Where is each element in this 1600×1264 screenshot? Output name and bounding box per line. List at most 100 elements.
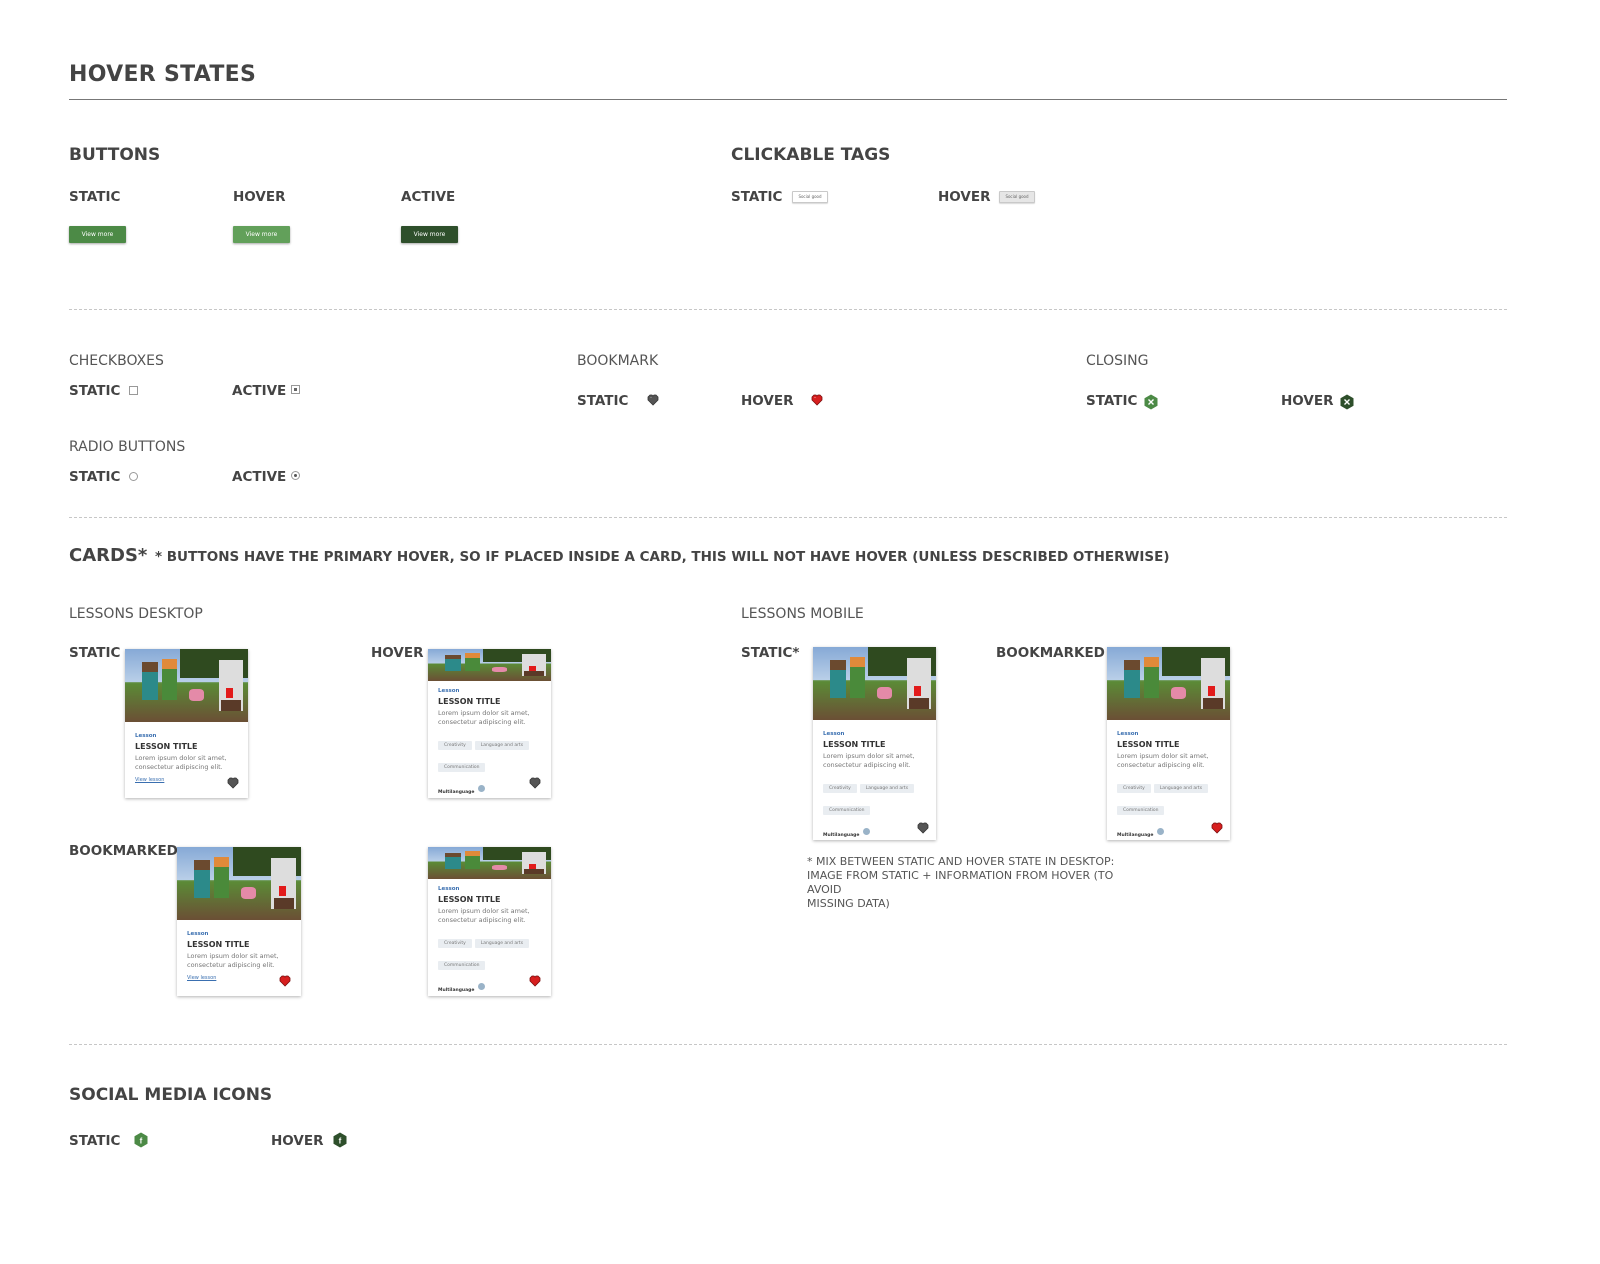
tags-hover-label: HOVER	[938, 189, 991, 205]
lesson-title: LESSON TITLE	[823, 740, 886, 749]
category-chip[interactable]: Language and arts	[1153, 784, 1209, 793]
facebook-hex-icon-hover[interactable]: f	[332, 1132, 348, 1148]
category-chip[interactable]: Creativity	[1117, 784, 1151, 793]
cards-heading: CARDS*	[69, 545, 148, 566]
lesson-desc: Lorem ipsum dolor sit amet,	[438, 907, 530, 915]
checkbox-active-label: ACTIVE	[232, 383, 287, 399]
category-chip[interactable]: Language and arts	[474, 741, 530, 750]
view-more-button-static[interactable]: View more	[69, 226, 126, 243]
lesson-image	[1107, 647, 1230, 720]
multilanguage-label: Multilanguage	[438, 790, 475, 795]
close-hex-icon-static[interactable]	[1143, 394, 1159, 410]
desktop-static-label: STATIC	[69, 645, 121, 661]
globe-icon	[863, 828, 871, 835]
mobile-note: * MIX BETWEEN STATIC AND HOVER STATE IN …	[807, 855, 1137, 911]
heart-filled-icon[interactable]	[1211, 822, 1223, 834]
category-chip[interactable]: Creativity	[438, 939, 472, 948]
lesson-type: Lesson	[135, 733, 157, 739]
checkbox-active[interactable]	[291, 385, 300, 394]
category-chip[interactable]: Creativity	[823, 784, 857, 793]
lesson-title: LESSON TITLE	[438, 895, 501, 904]
lesson-image	[428, 847, 551, 879]
globe-icon	[478, 983, 486, 990]
tags-static-label: STATIC	[731, 189, 783, 205]
social-static-label: STATIC	[69, 1133, 121, 1149]
checkbox-static-label: STATIC	[69, 383, 121, 399]
social-good-tag-hover[interactable]: Social good	[999, 191, 1035, 203]
heart-outline-icon[interactable]	[227, 777, 239, 789]
globe-icon	[478, 785, 486, 792]
lesson-desc: Lorem ipsum dolor sit amet,	[1117, 752, 1209, 760]
lesson-card-mobile-static[interactable]: Lesson LESSON TITLE Lorem ipsum dolor si…	[813, 647, 936, 840]
heart-outline-icon[interactable]	[529, 777, 541, 789]
view-lesson-link[interactable]: View lesson	[135, 777, 238, 783]
checkbox-static[interactable]	[129, 386, 138, 395]
multilanguage-label: Multilanguage	[1117, 833, 1154, 838]
lesson-title: LESSON TITLE	[438, 697, 501, 706]
multilanguage-label: Multilanguage	[438, 988, 475, 993]
lesson-title: LESSON TITLE	[187, 940, 250, 949]
desktop-hover-label: HOVER	[371, 645, 424, 661]
mobile-note-line: MISSING DATA)	[807, 897, 890, 910]
lesson-type: Lesson	[1117, 731, 1139, 737]
lesson-desc: consectetur adipiscing elit.	[135, 763, 223, 771]
facebook-hex-icon-static[interactable]: f	[133, 1132, 149, 1148]
lesson-desc: Lorem ipsum dolor sit amet,	[438, 709, 530, 717]
lesson-image	[125, 649, 248, 722]
heart-filled-icon[interactable]	[279, 975, 291, 987]
lesson-card-desktop-static[interactable]: Lesson LESSON TITLE Lorem ipsum dolor si…	[125, 649, 248, 798]
bookmark-heading: BOOKMARK	[577, 353, 659, 369]
lesson-title: LESSON TITLE	[1117, 740, 1180, 749]
lesson-card-desktop-hover[interactable]: Lesson LESSON TITLE Lorem ipsum dolor si…	[428, 649, 551, 798]
lesson-image	[428, 649, 551, 681]
category-chip[interactable]: Communication	[823, 806, 871, 815]
closing-static-label: STATIC	[1086, 393, 1138, 409]
category-chip[interactable]: Language and arts	[859, 784, 915, 793]
lesson-card-desktop-bookmarked[interactable]: Lesson LESSON TITLE Lorem ipsum dolor si…	[177, 847, 301, 996]
view-more-button-active[interactable]: View more	[401, 226, 458, 243]
close-hex-icon-hover[interactable]	[1339, 394, 1355, 410]
category-chip[interactable]: Communication	[1117, 806, 1165, 815]
section-divider	[69, 517, 1507, 518]
radio-active[interactable]	[291, 471, 300, 480]
multilanguage-label: Multilanguage	[823, 833, 860, 838]
lessons-desktop-heading: LESSONS DESKTOP	[69, 606, 203, 622]
buttons-active-label: ACTIVE	[401, 189, 456, 205]
bookmark-hover-label: HOVER	[741, 393, 794, 409]
lesson-desc: consectetur adipiscing elit.	[438, 916, 526, 924]
lesson-title: LESSON TITLE	[135, 742, 198, 751]
lesson-desc: Lorem ipsum dolor sit amet,	[135, 754, 227, 762]
social-good-tag-static[interactable]: Social good	[792, 191, 828, 203]
category-chip[interactable]: Communication	[438, 961, 486, 970]
view-more-button-hover[interactable]: View more	[233, 226, 290, 243]
closing-hover-label: HOVER	[1281, 393, 1334, 409]
mobile-note-line: IMAGE FROM STATIC + INFORMATION FROM HOV…	[807, 869, 1114, 896]
heart-filled-icon[interactable]	[529, 975, 541, 987]
heart-outline-icon[interactable]	[917, 822, 929, 834]
lesson-type: Lesson	[438, 688, 460, 694]
desktop-bookmarked-label: BOOKMARKED	[69, 843, 178, 859]
social-heading: SOCIAL MEDIA ICONS	[69, 1085, 273, 1105]
svg-text:f: f	[140, 1137, 143, 1146]
lessons-mobile-heading: LESSONS MOBILE	[741, 606, 864, 622]
lesson-card-mobile-bookmarked[interactable]: Lesson LESSON TITLE Lorem ipsum dolor si…	[1107, 647, 1230, 840]
svg-text:f: f	[339, 1137, 342, 1146]
lesson-card-desktop-bookmarked-hover[interactable]: Lesson LESSON TITLE Lorem ipsum dolor si…	[428, 847, 551, 996]
clickable-tags-heading: CLICKABLE TAGS	[731, 145, 891, 165]
radio-static-label: STATIC	[69, 469, 121, 485]
lesson-desc: consectetur adipiscing elit.	[187, 961, 275, 969]
cards-note: * BUTTONS HAVE THE PRIMARY HOVER, SO IF …	[155, 549, 1170, 565]
section-divider	[69, 309, 1507, 310]
heart-outline-icon[interactable]	[647, 394, 659, 406]
heart-filled-icon[interactable]	[811, 394, 823, 406]
view-lesson-link[interactable]: View lesson	[187, 975, 291, 981]
lesson-desc: consectetur adipiscing elit.	[823, 761, 911, 769]
category-chip[interactable]: Creativity	[438, 741, 472, 750]
closing-heading: CLOSING	[1086, 353, 1149, 369]
lesson-desc: consectetur adipiscing elit.	[438, 718, 526, 726]
category-chip[interactable]: Language and arts	[474, 939, 530, 948]
radio-static[interactable]	[129, 472, 138, 481]
category-chip[interactable]: Communication	[438, 763, 486, 772]
lesson-type: Lesson	[823, 731, 845, 737]
lesson-image	[177, 847, 301, 920]
